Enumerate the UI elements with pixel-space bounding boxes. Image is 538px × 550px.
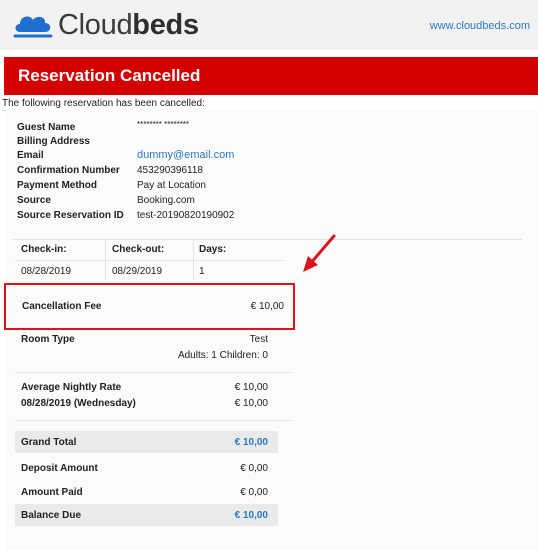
room-type-label: Room Type <box>21 334 75 345</box>
guest-info-list: Guest Name ******** ******** Billing Add… <box>17 120 234 223</box>
checkout-label: Check-out: <box>112 244 165 255</box>
divider <box>15 260 285 261</box>
divider <box>15 372 293 373</box>
balance-due-label: Balance Due <box>21 510 82 521</box>
deposit-value: € 0,00 <box>240 463 268 474</box>
info-row-billing-address: Billing Address <box>17 135 234 148</box>
cancellation-fee-value: € 10,00 <box>250 301 284 312</box>
email-header: Cloudbeds www.cloudbeds.com <box>0 0 538 50</box>
grand-total-label: Grand Total <box>21 437 77 448</box>
info-label: Email <box>17 150 44 161</box>
room-type-value: Test <box>249 334 268 345</box>
checkin-label: Check-in: <box>21 244 67 255</box>
deposit-label: Deposit Amount <box>21 463 98 474</box>
amount-paid-label: Amount Paid <box>21 487 83 498</box>
info-label: Source Reservation ID <box>17 210 124 221</box>
nightly-date-value: € 10,00 <box>234 398 268 409</box>
grand-total-value: € 10,00 <box>234 437 268 448</box>
divider <box>15 420 293 421</box>
checkout-date: 08/29/2019 <box>112 266 163 277</box>
info-label: Guest Name <box>17 122 76 133</box>
logo-text-bold: beds <box>132 9 199 41</box>
info-label: Billing Address <box>17 136 90 147</box>
email-link[interactable]: dummy@email.com <box>137 148 234 163</box>
checkin-date: 08/28/2019 <box>21 266 72 277</box>
info-row-source: Source Booking.com <box>17 193 234 208</box>
info-value: test-20190820190902 <box>137 210 235 221</box>
status-banner: Reservation Cancelled <box>4 57 538 95</box>
info-row-guest-name: Guest Name ******** ******** <box>17 120 234 135</box>
banner-title: Reservation Cancelled <box>18 66 201 85</box>
info-value: ******** ******** <box>137 120 190 129</box>
info-row-payment-method: Payment Method Pay at Location <box>17 178 234 193</box>
logo-wordmark: Cloudbeds <box>58 9 199 41</box>
info-row-source-reservation-id: Source Reservation ID test-2019082019090… <box>17 208 234 223</box>
days-label: Days: <box>199 244 227 255</box>
days-count: 1 <box>199 266 205 277</box>
logo-text-light: Cloud <box>58 9 133 41</box>
cancellation-fee-label: Cancellation Fee <box>22 301 102 312</box>
avg-rate-value: € 10,00 <box>234 382 268 393</box>
info-row-confirmation: Confirmation Number 453290396118 <box>17 163 234 178</box>
red-arrow-icon <box>303 234 336 272</box>
cloudbeds-logo[interactable]: Cloudbeds <box>12 9 199 41</box>
info-value: Pay at Location <box>137 180 206 191</box>
amount-paid-value: € 0,00 <box>240 487 268 498</box>
info-value: Booking.com <box>137 195 195 206</box>
info-row-email: Email dummy@email.com <box>17 148 234 163</box>
info-label: Payment Method <box>17 180 98 191</box>
info-label: Source <box>17 195 51 206</box>
balance-due-value: € 10,00 <box>234 510 268 521</box>
room-occupancy: Adults: 1 Children: 0 <box>177 350 268 361</box>
info-value: 453290396118 <box>137 165 203 176</box>
avg-rate-label: Average Nightly Rate <box>21 382 122 393</box>
divider <box>12 239 522 240</box>
info-label: Confirmation Number <box>17 165 120 176</box>
website-link[interactable]: www.cloudbeds.com <box>430 20 530 32</box>
cloudbeds-logo-icon <box>13 16 53 38</box>
